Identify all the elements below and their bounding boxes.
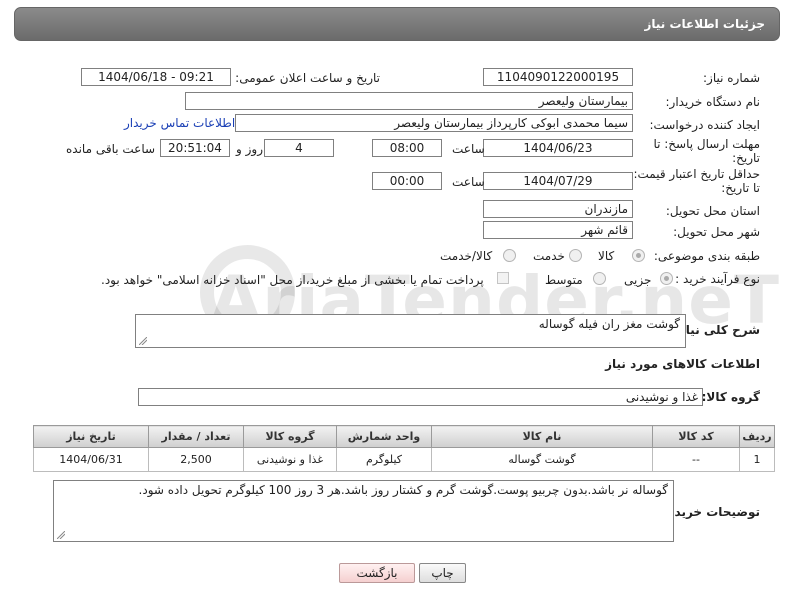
description-text: گوشت مغز ران فیله گوساله [538,317,680,331]
col-header-goods-code: کد کالا [652,425,740,448]
resize-grip-icon[interactable] [139,337,147,345]
days-label: روز و [236,142,263,156]
cell-goods-code: -- [652,447,740,472]
province-field: مازندران [483,200,633,218]
page-title: جزئیات اطلاعات نیاز [644,17,765,31]
requester-field: سیما محمدی ابوکی کارپرداز بیمارستان ولیع… [235,114,633,132]
cell-need-date: 1404/06/31 [33,447,149,472]
process-option-medium: متوسط [545,273,583,287]
process-radio-minor[interactable] [660,272,673,285]
category-option-service: خدمت [533,249,565,263]
description-label: شرح کلی نیاز: [674,323,760,337]
col-header-row-number: ردیف [739,425,775,448]
goods-group-field: غذا و نوشیدنی [138,388,703,406]
category-radio-goods[interactable] [632,249,645,262]
buyer-contact-link[interactable]: اطلاعات تماس خریدار [124,116,235,130]
resize-grip-icon[interactable] [57,531,65,539]
announce-label: تاریخ و ساعت اعلان عمومی: [235,71,380,85]
goods-info-title: اطلاعات کالاهای مورد نیاز [605,357,760,371]
payment-note: پرداخت تمام یا بخشی از مبلغ خرید،از محل … [101,273,484,287]
table-header-row: ردیف کد کالا نام کالا واحد شمارش گروه کا… [33,425,775,448]
deadline-label-2: تاریخ: [732,151,760,165]
goods-table: ردیف کد کالا نام کالا واحد شمارش گروه کا… [33,425,775,472]
category-radio-goods-service[interactable] [503,249,516,262]
remaining-label: ساعت باقی مانده [66,142,156,156]
category-radio-service[interactable] [569,249,582,262]
process-option-minor: جزیی [624,273,652,287]
treasury-payment-checkbox[interactable] [497,272,509,284]
price-validity-time-label: ساعت [452,175,485,189]
need-number-label: شماره نیاز: [703,71,760,85]
cell-unit: کیلوگرم [336,447,432,472]
buyer-notes-text: گوساله نر باشد.بدون چربیو پوست.گوشت گرم … [138,483,668,497]
process-label: نوع فرآیند خرید : [675,272,760,286]
category-label: طبقه بندی موضوعی: [653,249,760,263]
description-field: گوشت مغز ران فیله گوساله [135,314,686,348]
page-header: جزئیات اطلاعات نیاز [14,7,780,41]
cell-goods-name: گوشت گوساله [431,447,653,472]
price-validity-label-2: تا تاریخ: [721,181,760,195]
city-label: شهر محل تحویل: [673,225,760,239]
announce-field: 1404/06/18 - 09:21 [81,68,231,86]
cell-quantity: 2,500 [148,447,244,472]
remaining-time-field: 20:51:04 [160,139,230,157]
goods-group-label: گروه کالا: [701,390,760,404]
buyer-notes-field: گوساله نر باشد.بدون چربیو پوست.گوشت گرم … [53,480,674,542]
price-validity-date-field: 1404/07/29 [483,172,633,190]
table-row: 1 -- گوشت گوساله کیلوگرم غذا و نوشیدنی 2… [33,447,775,472]
cell-goods-group: غذا و نوشیدنی [243,447,337,472]
days-field: 4 [264,139,334,157]
col-header-goods-group: گروه کالا [243,425,337,448]
category-option-goods-service: کالا/خدمت [440,249,493,263]
price-validity-time-field: 00:00 [372,172,442,190]
cell-row-number: 1 [739,447,775,472]
requester-label: ایجاد کننده درخواست: [649,118,760,132]
col-header-quantity: تعداد / مقدار [148,425,244,448]
print-button[interactable]: چاپ [419,563,466,583]
process-radio-medium[interactable] [593,272,606,285]
deadline-time-field: 08:00 [372,139,442,157]
col-header-goods-name: نام کالا [431,425,653,448]
buyer-org-label: نام دستگاه خریدار: [665,95,761,109]
buyer-org-field: بیمارستان ولیعصر [185,92,633,110]
back-button[interactable]: بازگشت [339,563,415,583]
col-header-need-date: تاریخ نیاز [33,425,149,448]
need-number-field: 1104090122000195 [483,68,633,86]
price-validity-label: حداقل تاریخ اعتبار قیمت: [633,167,760,181]
col-header-unit: واحد شمارش [336,425,432,448]
deadline-time-label: ساعت [452,142,485,156]
deadline-date-field: 1404/06/23 [483,139,633,157]
deadline-label: مهلت ارسال پاسخ: تا [653,137,760,151]
province-label: استان محل تحویل: [665,204,760,218]
city-field: قائم شهر [483,221,633,239]
category-option-goods: کالا [598,249,615,263]
